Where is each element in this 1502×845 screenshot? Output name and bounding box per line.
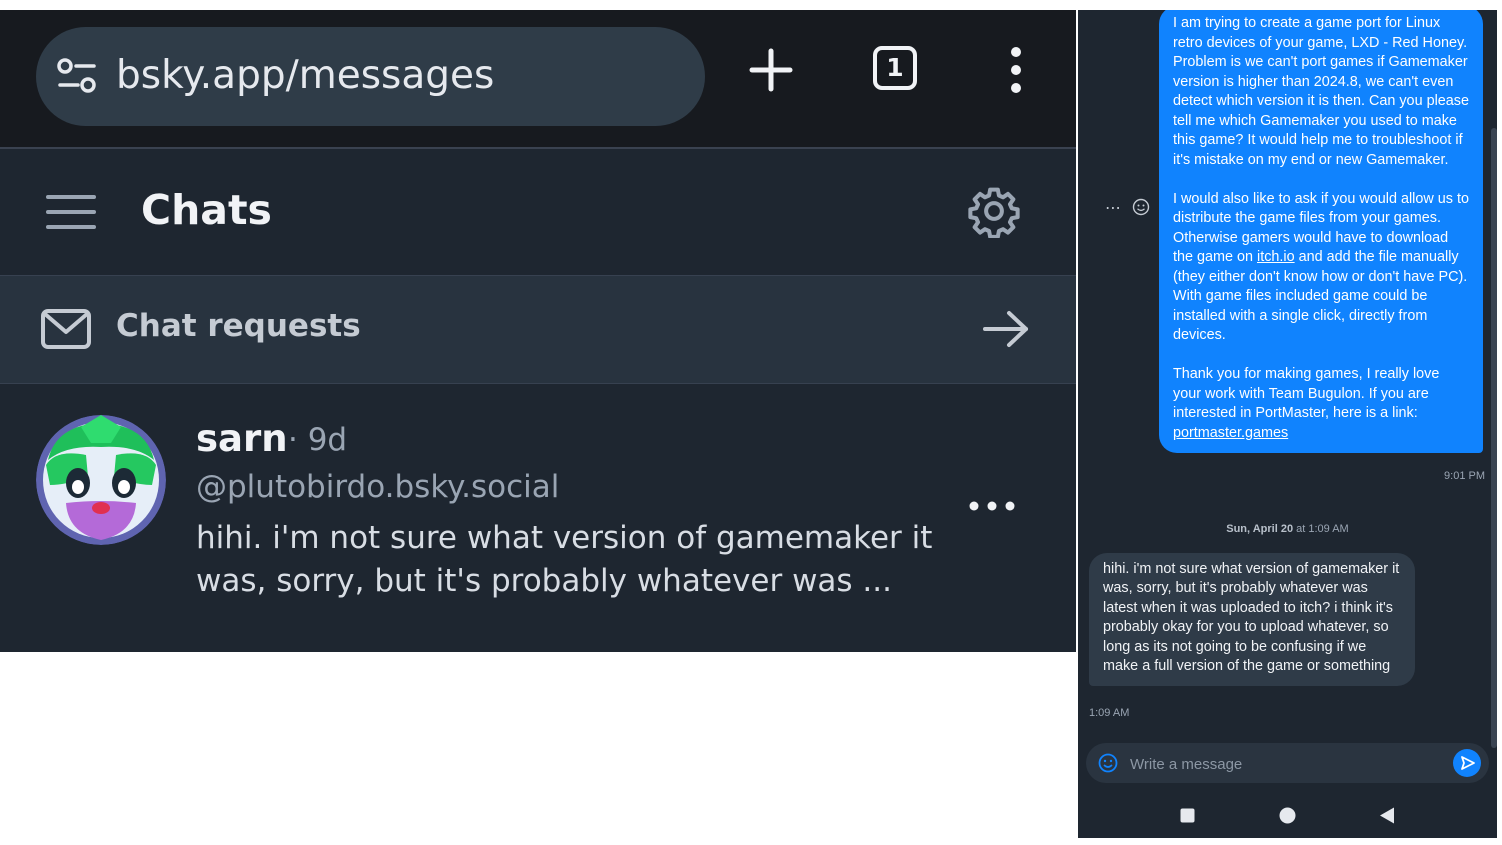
- received-message-bubble[interactable]: hihi. i'm not sure what version of gamem…: [1089, 553, 1415, 687]
- date-separator: Sun, April 20 at 1:09 AM: [1078, 523, 1497, 535]
- chats-header: Chats: [0, 149, 1076, 276]
- avatar[interactable]: [36, 415, 166, 545]
- message-composer: [1086, 743, 1489, 783]
- address-bar[interactable]: bsky.app/messages: [36, 27, 705, 126]
- separator-time: at 1:09 AM: [1293, 523, 1349, 535]
- new-tab-icon[interactable]: [749, 48, 793, 92]
- conversation-handle: @plutobirdo.bsky.social: [196, 469, 560, 505]
- overflow-menu-icon[interactable]: [1006, 45, 1026, 95]
- emoji-reaction-icon[interactable]: [1132, 198, 1150, 216]
- menu-icon[interactable]: [45, 193, 97, 231]
- sent-message-bubble[interactable]: I am trying to create a game port for Li…: [1159, 10, 1483, 453]
- message-actions: ⋯: [1105, 198, 1150, 218]
- back-icon[interactable]: [1379, 807, 1395, 824]
- page-title: Chats: [141, 186, 272, 234]
- chats-screen: bsky.app/messages 1 Chats Chat requests …: [0, 10, 1076, 652]
- conversation-time: · 9d: [288, 422, 348, 458]
- conversation-list-item[interactable]: sarn · 9d @plutobirdo.bsky.social hihi. …: [0, 384, 1076, 652]
- home-icon[interactable]: [1279, 807, 1296, 824]
- message-input[interactable]: [1128, 751, 1432, 777]
- chat-requests-row[interactable]: Chat requests: [0, 276, 1076, 384]
- send-icon: [1461, 756, 1475, 770]
- sent-paragraph: I am trying to create a game port for Li…: [1173, 15, 1469, 168]
- gear-icon[interactable]: [967, 184, 1021, 238]
- url-text[interactable]: bsky.app/messages: [116, 53, 494, 98]
- tab-count: 1: [886, 53, 904, 82]
- site-settings-icon[interactable]: [56, 57, 98, 95]
- recents-icon[interactable]: [1180, 808, 1195, 823]
- separator-date: Sun, April 20: [1226, 523, 1294, 535]
- conversation-preview: hihi. i'm not sure what version of gamem…: [196, 520, 933, 599]
- message-more-icon[interactable]: ⋯: [1105, 200, 1122, 217]
- sent-paragraph: I would also like to ask if you would al…: [1173, 190, 1469, 346]
- chat-requests-label: Chat requests: [116, 308, 361, 344]
- received-message-time: 1:09 AM: [1089, 707, 1130, 719]
- portmaster-link[interactable]: portmaster.games: [1173, 425, 1288, 441]
- sent-text: Thank you for making games, I really lov…: [1173, 366, 1440, 421]
- arrow-right-icon: [983, 311, 1028, 347]
- tab-switcher-button[interactable]: 1: [872, 45, 918, 91]
- emoji-picker-icon[interactable]: [1098, 753, 1118, 773]
- conversation-name: sarn: [196, 417, 288, 460]
- itch-link[interactable]: itch.io: [1257, 249, 1295, 265]
- send-button[interactable]: [1453, 749, 1481, 777]
- scrollbar[interactable]: [1491, 128, 1497, 748]
- more-options-icon[interactable]: [966, 496, 1018, 516]
- browser-toolbar: bsky.app/messages 1: [0, 10, 1076, 149]
- sent-message-time: 9:01 PM: [1444, 470, 1485, 482]
- system-nav-bar: [1078, 796, 1497, 838]
- sent-paragraph: Thank you for making games, I really lov…: [1173, 365, 1469, 443]
- conversation-screen: ⋯ I am trying to create a game port for …: [1078, 10, 1497, 838]
- envelope-icon: [41, 309, 91, 349]
